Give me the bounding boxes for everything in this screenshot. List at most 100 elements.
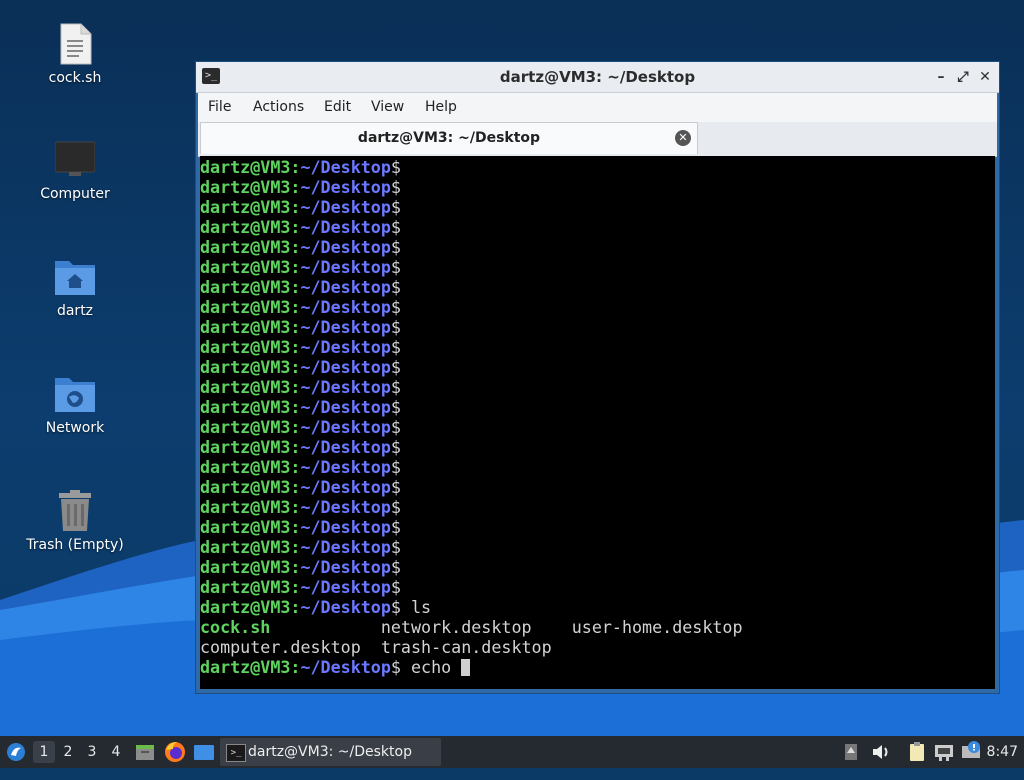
menu-view[interactable]: View: [371, 93, 404, 122]
task-label: dartz@VM3: ~/Desktop: [248, 744, 412, 760]
start-menu-button[interactable]: [5, 736, 27, 768]
desktop-icon-computer[interactable]: Computer: [20, 138, 130, 202]
tray-arrow-icon[interactable]: [843, 736, 859, 768]
menu-edit[interactable]: Edit: [324, 93, 351, 122]
terminal-line: dartz@VM3:~/Desktop$: [200, 177, 743, 197]
desktop-icon-trash[interactable]: Trash (Empty): [20, 489, 130, 553]
prompt-symbol: $: [390, 277, 401, 297]
menu-file[interactable]: File: [208, 93, 231, 122]
terminal-line: dartz@VM3:~/Desktop$: [200, 497, 743, 517]
terminal-line: dartz@VM3:~/Desktop$: [200, 237, 743, 257]
clock[interactable]: 8:47: [987, 736, 1018, 768]
tab-close-icon[interactable]: ✕: [675, 130, 691, 146]
text-cursor: [461, 659, 471, 676]
desktop-icon-cock-sh[interactable]: cock.sh: [20, 22, 130, 86]
firefox-icon: [165, 742, 185, 762]
prompt-path: ~/Desktop: [300, 357, 391, 377]
prompt-path: ~/Desktop: [300, 537, 391, 557]
prompt-user: dartz@VM3:: [200, 317, 301, 337]
menu-help[interactable]: Help: [425, 93, 457, 122]
desktop-icon-dartz[interactable]: dartz: [20, 255, 130, 319]
prompt-user: dartz@VM3:: [200, 497, 301, 517]
workspace-1[interactable]: 1: [33, 741, 55, 763]
terminal-line: dartz@VM3:~/Desktop$: [200, 157, 743, 177]
prompt-path: ~/Desktop: [300, 297, 391, 317]
desktop-icon-label: Computer: [40, 186, 110, 202]
terminal-icon: >_: [226, 744, 246, 762]
prompt-path: ~/Desktop: [300, 477, 391, 497]
prompt-path: ~/Desktop: [300, 337, 391, 357]
prompt-symbol: $: [390, 477, 401, 497]
prompt-user: dartz@VM3:: [200, 357, 301, 377]
close-button[interactable]: ✕: [975, 67, 995, 87]
terminal-line: dartz@VM3:~/Desktop$: [200, 377, 743, 397]
ls-entry: cock.sh: [200, 617, 381, 637]
taskbar-task-terminal[interactable]: >_ dartz@VM3: ~/Desktop: [220, 738, 441, 766]
terminal-line: dartz@VM3:~/Desktop$: [200, 337, 743, 357]
workspace-3[interactable]: 3: [81, 736, 103, 768]
terminal-line: dartz@VM3:~/Desktop$: [200, 217, 743, 237]
prompt-path: ~/Desktop: [300, 237, 391, 257]
volume-icon[interactable]: [870, 736, 892, 768]
prompt-user: dartz@VM3:: [200, 197, 301, 217]
workspace-4[interactable]: 4: [105, 736, 127, 768]
prompt-path: ~/Desktop: [300, 317, 391, 337]
clipboard-icon[interactable]: [906, 736, 928, 768]
prompt-symbol: $: [390, 297, 401, 317]
prompt-path: ~/Desktop: [300, 597, 391, 617]
desktop-icon-label: Network: [45, 420, 105, 436]
monitor-icon: [54, 141, 96, 176]
file-manager-icon: [136, 745, 154, 760]
prompt-symbol: $: [390, 177, 401, 197]
terminal-line: dartz@VM3:~/Desktop$: [200, 357, 743, 377]
firefox-launcher[interactable]: [163, 736, 187, 768]
maximize-button[interactable]: ⤢: [953, 67, 973, 87]
show-desktop-button[interactable]: [192, 736, 216, 768]
terminal-line: dartz@VM3:~/Desktop$: [200, 297, 743, 317]
workspace-2[interactable]: 2: [57, 736, 79, 768]
desktop-icon-network[interactable]: Network: [20, 372, 130, 436]
prompt-user: dartz@VM3:: [200, 217, 301, 237]
prompt-path: ~/Desktop: [300, 657, 391, 677]
prompt-path: ~/Desktop: [300, 417, 391, 437]
menu-actions[interactable]: Actions: [253, 93, 304, 122]
prompt-symbol: $: [390, 517, 401, 537]
prompt-user: dartz@VM3:: [200, 237, 301, 257]
menu-bar: File Actions Edit View Help: [198, 93, 997, 122]
desktop-icon-label: dartz: [56, 303, 94, 319]
file-manager-launcher[interactable]: [134, 736, 156, 768]
prompt-path: ~/Desktop: [300, 197, 391, 217]
prompt-symbol: $: [390, 597, 401, 617]
prompt-user: dartz@VM3:: [200, 477, 301, 497]
prompt-path: ~/Desktop: [300, 397, 391, 417]
prompt-symbol: $: [390, 337, 401, 357]
prompt-user: dartz@VM3:: [200, 537, 301, 557]
desktop-icon-label: Trash (Empty): [26, 537, 124, 553]
prompt-user: dartz@VM3:: [200, 157, 301, 177]
prompt-path: ~/Desktop: [300, 517, 391, 537]
prompt-user: dartz@VM3:: [200, 257, 301, 277]
terminal-output[interactable]: dartz@VM3:~/Desktop$ dartz@VM3:~/Desktop$…: [200, 156, 995, 689]
network-status-icon[interactable]: [933, 736, 955, 768]
prompt-user: dartz@VM3:: [200, 277, 301, 297]
prompt-symbol: $: [390, 317, 401, 337]
prompt-symbol: $: [390, 657, 401, 677]
prompt-user: dartz@VM3:: [200, 517, 301, 537]
prompt-symbol: $: [390, 377, 401, 397]
ls-entry: user-home.desktop: [571, 617, 743, 637]
desktop-icon: [194, 745, 214, 760]
prompt-path: ~/Desktop: [300, 277, 391, 297]
prompt-symbol: $: [390, 497, 401, 517]
prompt-symbol: $: [390, 457, 401, 477]
terminal-line: dartz@VM3:~/Desktop$: [200, 257, 743, 277]
prompt-path: ~/Desktop: [300, 437, 391, 457]
prompt-symbol: $: [390, 417, 401, 437]
updates-notification-icon[interactable]: [960, 736, 982, 768]
window-titlebar[interactable]: >_ dartz@VM3: ~/Desktop – ⤢ ✕: [196, 62, 999, 93]
terminal-line: dartz@VM3:~/Desktop$: [200, 457, 743, 477]
ls-entry: computer.desktop: [200, 637, 381, 657]
command-text: echo: [400, 657, 462, 677]
terminal-line: cock.sh network.desktop user-home.deskto…: [200, 617, 743, 637]
minimize-button[interactable]: –: [931, 67, 951, 87]
tab-terminal[interactable]: dartz@VM3: ~/Desktop ✕: [200, 122, 698, 154]
